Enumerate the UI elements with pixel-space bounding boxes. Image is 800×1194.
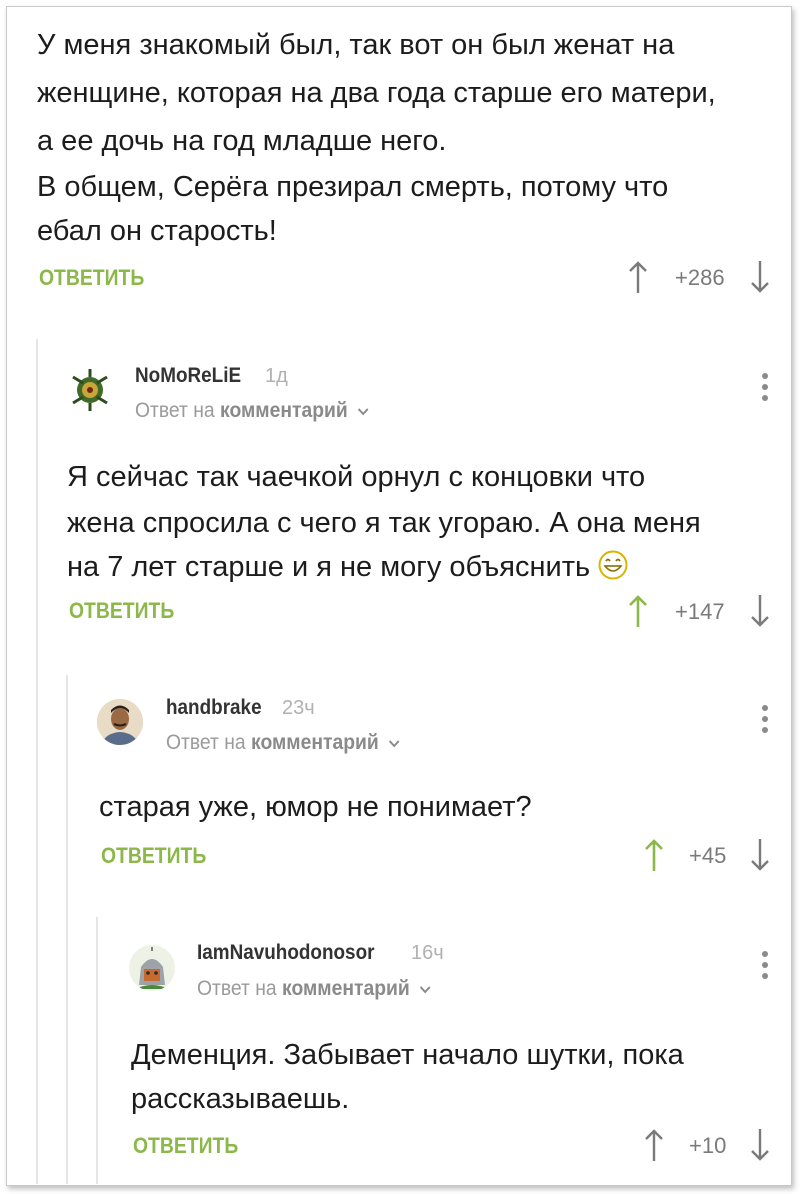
thread-line-3 <box>96 917 98 1184</box>
comment-text-line: Я сейчас так чаечкой орнул с концовки чт… <box>67 461 646 493</box>
comment-text-line: жена спросила с чего я так угораю. А она… <box>67 507 701 539</box>
comment-text-line: а ее дочь на год младше него. <box>37 125 447 157</box>
reply-to-link[interactable]: Ответ на комментарий <box>135 399 370 423</box>
upvote-arrow-icon[interactable] <box>643 1127 665 1163</box>
reply-to-prefix: Ответ на <box>197 977 283 1000</box>
reply-to-link[interactable]: Ответ на комментарий <box>166 731 401 755</box>
chevron-down-icon <box>419 986 431 994</box>
comment-text-line: Деменция. Забывает начало шутки, пока <box>131 1039 684 1071</box>
more-menu-icon[interactable] <box>759 705 771 739</box>
upvote-arrow-icon[interactable] <box>643 837 665 873</box>
comment-score: +286 <box>675 265 725 290</box>
downvote-arrow-icon[interactable] <box>749 1127 771 1163</box>
avatar[interactable] <box>97 699 143 745</box>
comment-time: 16ч <box>411 942 444 964</box>
more-menu-icon[interactable] <box>759 373 771 407</box>
reply-to-target: комментарий <box>220 399 348 422</box>
reply-to-prefix: Ответ на <box>135 399 221 422</box>
downvote-arrow-icon[interactable] <box>749 837 771 873</box>
username[interactable]: NoMoReLiE <box>135 364 241 388</box>
comment-score: +147 <box>675 599 725 624</box>
reply-button[interactable]: ОТВЕТИТЬ <box>39 265 144 291</box>
comment-text-line: на 7 лет старше и я не могу объяснить <box>67 551 591 583</box>
avatar[interactable] <box>67 367 113 413</box>
more-menu-icon[interactable] <box>759 951 771 985</box>
comment-score: +45 <box>689 843 727 868</box>
comment-text-line: ебал он старость! <box>37 215 277 247</box>
thread-line-1 <box>36 339 38 1184</box>
reply-to-prefix: Ответ на <box>166 731 252 754</box>
downvote-arrow-icon[interactable] <box>749 593 771 629</box>
dragon-emblem-icon <box>72 369 108 411</box>
comment-score: +10 <box>689 1133 727 1158</box>
upvote-arrow-icon[interactable] <box>627 593 649 629</box>
grinning-face-emoji-icon <box>598 550 628 580</box>
chevron-down-icon <box>388 740 400 748</box>
avatar[interactable] <box>129 945 175 991</box>
reply-to-target: комментарий <box>282 977 410 1000</box>
reply-button[interactable]: ОТВЕТИТЬ <box>101 843 206 869</box>
upvote-arrow-icon[interactable] <box>627 259 649 295</box>
knight-helmet-icon <box>129 945 175 991</box>
comment-time: 1д <box>265 365 288 387</box>
reply-to-target: комментарий <box>251 731 379 754</box>
comment-text-line: женщине, которая на два года старше его … <box>37 77 716 109</box>
downvote-arrow-icon[interactable] <box>749 259 771 295</box>
comment-text-line: В общем, Серёга презирал смерть, потому … <box>37 171 669 203</box>
comment-time: 23ч <box>282 697 315 719</box>
comment-thread: У меня знакомый был, так вот он был жена… <box>6 6 792 1186</box>
comment-text-line: старая уже, юмор не понимает? <box>99 791 532 823</box>
user-photo-icon <box>97 699 143 745</box>
comment-text-line-with-emoji: на 7 лет старше и я не могу объяснить <box>67 545 628 590</box>
reply-to-link[interactable]: Ответ на комментарий <box>197 977 432 1001</box>
thread-line-2 <box>66 675 68 1184</box>
reply-button[interactable]: ОТВЕТИТЬ <box>133 1133 238 1159</box>
username[interactable]: IamNavuhodonosor <box>197 941 374 965</box>
comment-text-line: рассказываешь. <box>131 1083 350 1115</box>
username[interactable]: handbrake <box>166 696 262 720</box>
comment-text-line: У меня знакомый был, так вот он был жена… <box>37 29 675 61</box>
chevron-down-icon <box>357 408 369 416</box>
reply-button[interactable]: ОТВЕТИТЬ <box>69 598 174 624</box>
